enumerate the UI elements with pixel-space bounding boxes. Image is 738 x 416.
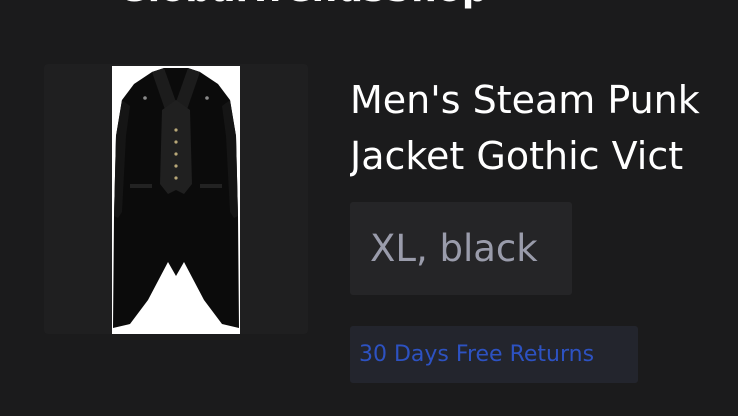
product-title[interactable]: Men's Steam Punk Jacket Gothic Vict [350, 72, 738, 184]
top-bar: GlobalTrendsShop [0, 0, 738, 12]
product-title-line-1: Men's Steam Punk [350, 78, 700, 122]
product-title-line-2: Jacket Gothic Vict [350, 134, 684, 178]
jacket-illustration [112, 66, 240, 334]
product-summary-screen: GlobalTrendsShop [0, 0, 738, 416]
product-image[interactable] [112, 66, 240, 334]
free-returns-badge[interactable]: 30 Days Free Returns [350, 326, 638, 383]
store-name[interactable]: GlobalTrendsShop [118, 0, 488, 10]
variant-selector[interactable]: XL, black [350, 202, 572, 295]
